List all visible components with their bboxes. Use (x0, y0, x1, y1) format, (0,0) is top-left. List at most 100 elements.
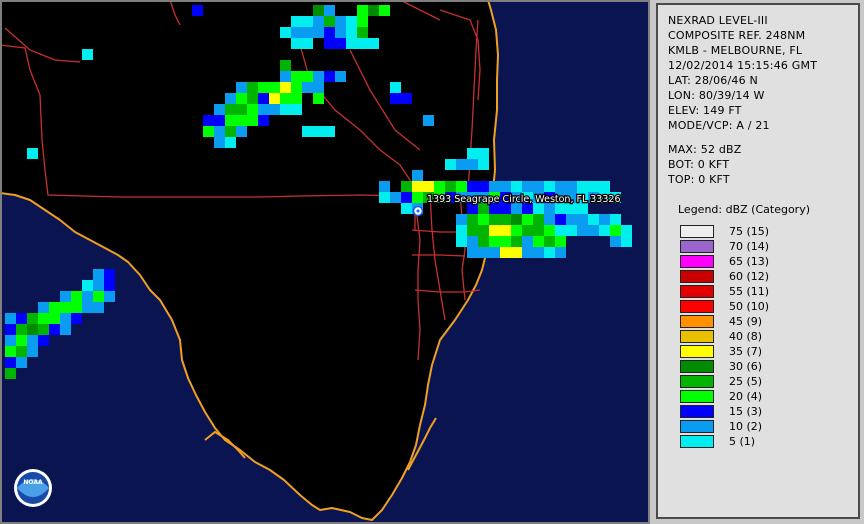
echo-cell (533, 236, 544, 247)
echo-cell (236, 93, 247, 104)
echo-cell (258, 93, 269, 104)
station-name: KMLB - MELBOURNE, FL (668, 44, 803, 57)
echo-cell (82, 280, 93, 291)
echo-cell (16, 335, 27, 346)
echo-cell (500, 236, 511, 247)
echo-cell (225, 93, 236, 104)
echo-cell (335, 38, 346, 49)
echo-cell (401, 93, 412, 104)
echo-cell (401, 181, 412, 192)
echo-cell (38, 324, 49, 335)
echo-cell (544, 247, 555, 258)
echo-cell (313, 27, 324, 38)
echo-cell (280, 60, 291, 71)
echo-cell (258, 82, 269, 93)
echo-cell (368, 38, 379, 49)
echo-cell (522, 236, 533, 247)
elevation: ELEV: 149 FT (668, 104, 742, 117)
echo-cell (38, 313, 49, 324)
echo-cell (5, 324, 16, 335)
echo-cell (280, 82, 291, 93)
echo-cell (511, 247, 522, 258)
echo-cell (302, 82, 313, 93)
top-kft: TOP: 0 KFT (668, 173, 730, 186)
echo-cell (522, 214, 533, 225)
legend-swatch (680, 390, 714, 403)
echo-cell (445, 159, 456, 170)
echo-cell (599, 214, 610, 225)
echo-cell (16, 313, 27, 324)
echo-cell (467, 181, 478, 192)
max-dbz: MAX: 52 dBZ (668, 143, 742, 156)
legend-label: 5 (1) (729, 435, 756, 448)
echo-cell (203, 126, 214, 137)
location-marker[interactable] (412, 205, 424, 217)
radar-stats: MAX: 52 dBZ BOT: 0 KFT TOP: 0 KFT (668, 142, 742, 187)
echo-cell (467, 225, 478, 236)
echo-cell (346, 27, 357, 38)
legend-label: 60 (12) (729, 270, 770, 283)
legend-label: 45 (9) (729, 315, 763, 328)
echo-cell (621, 236, 632, 247)
echo-cell (313, 82, 324, 93)
echo-cell (258, 115, 269, 126)
legend-swatch (680, 285, 714, 298)
echo-cell (566, 181, 577, 192)
legend-swatch (680, 270, 714, 283)
echo-cell (588, 225, 599, 236)
echo-cell (555, 214, 566, 225)
echo-cell (225, 137, 236, 148)
echo-cell (511, 236, 522, 247)
echo-cell (302, 126, 313, 137)
echo-cell (390, 82, 401, 93)
echo-cell (610, 214, 621, 225)
legend-swatch (680, 435, 714, 448)
echo-cell (467, 159, 478, 170)
svg-text:NOAA: NOAA (23, 479, 43, 486)
longitude: LON: 80/39/14 W (668, 89, 765, 102)
echo-cell (511, 214, 522, 225)
legend-label: 25 (5) (729, 375, 763, 388)
echo-cell (5, 357, 16, 368)
echo-cell (313, 71, 324, 82)
noaa-logo: NOAA (14, 469, 52, 507)
echo-cell (60, 302, 71, 313)
echo-cell (522, 247, 533, 258)
echo-cell (49, 302, 60, 313)
echo-cell (192, 5, 203, 16)
echo-cell (225, 115, 236, 126)
echo-cell (38, 302, 49, 313)
radar-map[interactable]: 1393 Seagrape Circle, Weston, FL 33326 1… (0, 0, 650, 524)
echo-cell (302, 27, 313, 38)
echo-cell (280, 27, 291, 38)
echo-cell (214, 115, 225, 126)
product-title: NEXRAD LEVEL-III (668, 14, 768, 27)
echo-cell (324, 27, 335, 38)
echo-cell (489, 181, 500, 192)
echo-cell (544, 214, 555, 225)
echo-cell (357, 5, 368, 16)
legend-swatch (680, 255, 714, 268)
echo-cell (214, 126, 225, 137)
echo-cell (302, 71, 313, 82)
echo-cell (302, 16, 313, 27)
echo-cell (610, 225, 621, 236)
echo-cell (49, 313, 60, 324)
bottom-kft: BOT: 0 KFT (668, 158, 730, 171)
echo-cell (566, 225, 577, 236)
echo-cell (346, 38, 357, 49)
echo-cell (456, 181, 467, 192)
legend-label: 10 (2) (729, 420, 763, 433)
echo-cell (5, 368, 16, 379)
echo-cell (16, 357, 27, 368)
echo-cell (467, 214, 478, 225)
echo-cell (60, 324, 71, 335)
echo-cell (280, 93, 291, 104)
echo-cell (456, 214, 467, 225)
echo-cell (599, 181, 610, 192)
echo-cell (104, 269, 115, 280)
legend-label: 50 (10) (729, 300, 770, 313)
legend-label: 75 (15) (729, 225, 770, 238)
echo-cell (71, 302, 82, 313)
legend-swatch (680, 330, 714, 343)
